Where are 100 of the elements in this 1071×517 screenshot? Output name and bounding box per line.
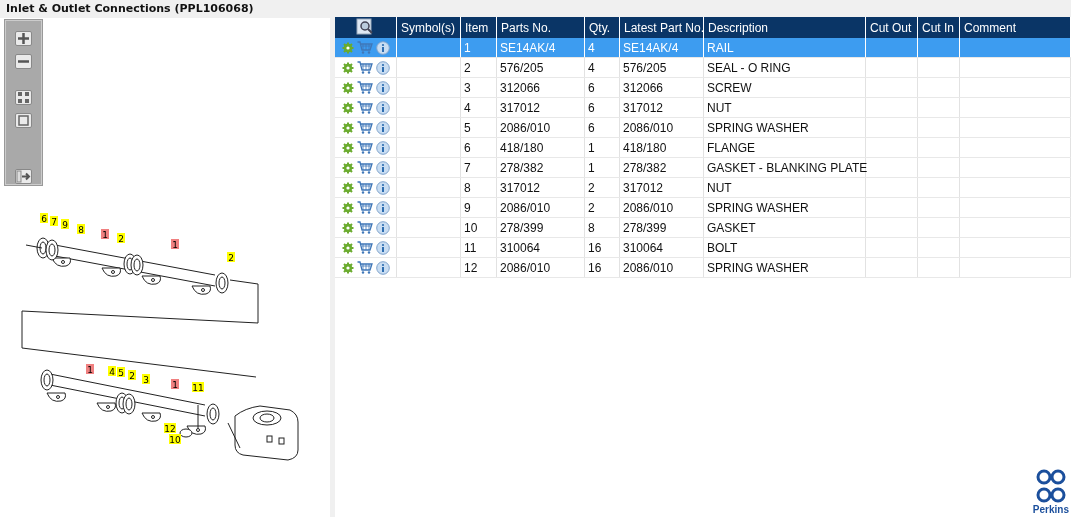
callout-label[interactable]: 1: [171, 379, 179, 390]
table-row[interactable]: 3 312066 6 312066 SCREW: [334, 77, 1071, 98]
table-cell: SEAL - O RING: [703, 57, 866, 78]
column-header[interactable]: Cut Out: [865, 17, 918, 38]
table-cell: SPRING WASHER: [703, 117, 866, 138]
column-header[interactable]: Parts No.: [496, 17, 585, 38]
callout-label[interactable]: 7: [50, 216, 58, 227]
callout-label[interactable]: 5: [117, 367, 125, 378]
callout-label[interactable]: 2: [227, 252, 235, 263]
table-row[interactable]: 2 576/205 4 576/205 SEAL - O RING: [334, 57, 1071, 78]
window-title: Inlet & Outlet Connections (PPL106068): [5, 1, 255, 17]
table-row[interactable]: 6 418/180 1 418/180 FLANGE: [334, 137, 1071, 158]
callout-label[interactable]: 1: [101, 229, 109, 240]
fit-all-button[interactable]: [15, 89, 32, 105]
callout-label[interactable]: 3: [142, 374, 150, 385]
table-cell: 6: [584, 117, 620, 138]
table-row[interactable]: 8 317012 2 317012 NUT: [334, 177, 1071, 198]
cart-icon[interactable]: [356, 161, 373, 174]
table-row[interactable]: 7 278/382 1 278/382 GASKET - BLANKING PLATE: [334, 157, 1071, 178]
info-icon[interactable]: [375, 240, 390, 255]
table-cell: 312066: [619, 77, 704, 98]
zoom-in-button[interactable]: [15, 31, 32, 46]
cart-icon[interactable]: [356, 61, 373, 74]
table-cell: SE14AK/4: [619, 38, 704, 58]
table-row[interactable]: 10 278/399 8 278/399 GASKET: [334, 217, 1071, 238]
column-header[interactable]: Item: [460, 17, 497, 38]
info-icon[interactable]: [375, 40, 390, 55]
gear-icon[interactable]: [341, 241, 354, 254]
cart-icon[interactable]: [356, 221, 373, 234]
cart-icon[interactable]: [356, 121, 373, 134]
callout-label[interactable]: 10: [169, 434, 181, 445]
table-row[interactable]: 12 2086/010 16 2086/010 SPRING WASHER: [334, 257, 1071, 278]
gear-icon[interactable]: [341, 81, 354, 94]
callout-label[interactable]: 11: [192, 382, 204, 393]
column-header[interactable]: Latest Part No.: [619, 17, 704, 38]
table-cell: 2086/010: [496, 117, 585, 138]
panel-toggle-button[interactable]: [15, 169, 32, 184]
table-row[interactable]: 5 2086/010 6 2086/010 SPRING WASHER: [334, 117, 1071, 138]
actual-size-button[interactable]: [15, 112, 32, 128]
callout-label[interactable]: 2: [117, 233, 125, 244]
table-cell: 317012: [496, 177, 585, 198]
info-icon[interactable]: [375, 180, 390, 195]
gear-icon[interactable]: [341, 141, 354, 154]
table-cell: 2086/010: [619, 257, 704, 278]
info-icon[interactable]: [375, 60, 390, 75]
gear-icon[interactable]: [341, 121, 354, 134]
square-icon: [17, 113, 30, 127]
gear-icon[interactable]: [341, 41, 354, 54]
callout-label[interactable]: 9: [61, 219, 69, 230]
cart-icon[interactable]: [356, 81, 373, 94]
table-cell: 310064: [619, 237, 704, 258]
table-cell: 12: [460, 257, 497, 278]
search-icon[interactable]: [356, 17, 375, 35]
gear-icon[interactable]: [341, 61, 354, 74]
cart-icon[interactable]: [356, 241, 373, 254]
info-icon[interactable]: [375, 140, 390, 155]
zoom-out-button[interactable]: [15, 54, 32, 69]
table-cell: 418/180: [619, 137, 704, 158]
cart-icon[interactable]: [356, 201, 373, 214]
callout-label[interactable]: 2: [128, 370, 136, 381]
table-cell: NUT: [703, 97, 866, 118]
info-icon[interactable]: [375, 100, 390, 115]
column-header[interactable]: Symbol(s): [396, 17, 461, 38]
cart-icon[interactable]: [356, 261, 373, 274]
cart-icon[interactable]: [356, 181, 373, 194]
table-cell: 2086/010: [496, 257, 585, 278]
panel-arrow-icon: [16, 170, 31, 183]
callout-label[interactable]: 6: [40, 213, 48, 224]
table-cell: 576/205: [619, 57, 704, 78]
table-cell: 1: [584, 137, 620, 158]
table-cell: SPRING WASHER: [703, 257, 866, 278]
cart-icon[interactable]: [356, 141, 373, 154]
column-header[interactable]: Description: [703, 17, 866, 38]
column-header[interactable]: Comment: [959, 17, 1071, 38]
gear-icon[interactable]: [341, 261, 354, 274]
info-icon[interactable]: [375, 260, 390, 275]
gear-icon[interactable]: [341, 161, 354, 174]
gear-icon[interactable]: [341, 221, 354, 234]
table-row[interactable]: 9 2086/010 2 2086/010 SPRING WASHER: [334, 197, 1071, 218]
table-row[interactable]: 11 310064 16 310064 BOLT: [334, 237, 1071, 258]
info-icon[interactable]: [375, 80, 390, 95]
info-icon[interactable]: [375, 200, 390, 215]
gear-icon[interactable]: [341, 101, 354, 114]
gear-icon[interactable]: [341, 201, 354, 214]
gear-icon[interactable]: [341, 181, 354, 194]
callout-label[interactable]: 4: [108, 366, 116, 377]
callout-label[interactable]: 1: [171, 239, 179, 250]
table-cell: 310064: [496, 237, 585, 258]
info-icon[interactable]: [375, 120, 390, 135]
column-header[interactable]: Qty.: [584, 17, 620, 38]
cart-icon[interactable]: [356, 101, 373, 114]
column-header[interactable]: Cut In: [917, 17, 960, 38]
callout-label[interactable]: 1: [86, 364, 94, 375]
info-icon[interactable]: [375, 160, 390, 175]
table-cell: 5: [460, 117, 497, 138]
callout-label[interactable]: 8: [77, 224, 85, 235]
table-row[interactable]: 4 317012 6 317012 NUT: [334, 97, 1071, 118]
callout-label[interactable]: 12: [164, 423, 176, 434]
info-icon[interactable]: [375, 220, 390, 235]
table-cell: FLANGE: [703, 137, 866, 158]
